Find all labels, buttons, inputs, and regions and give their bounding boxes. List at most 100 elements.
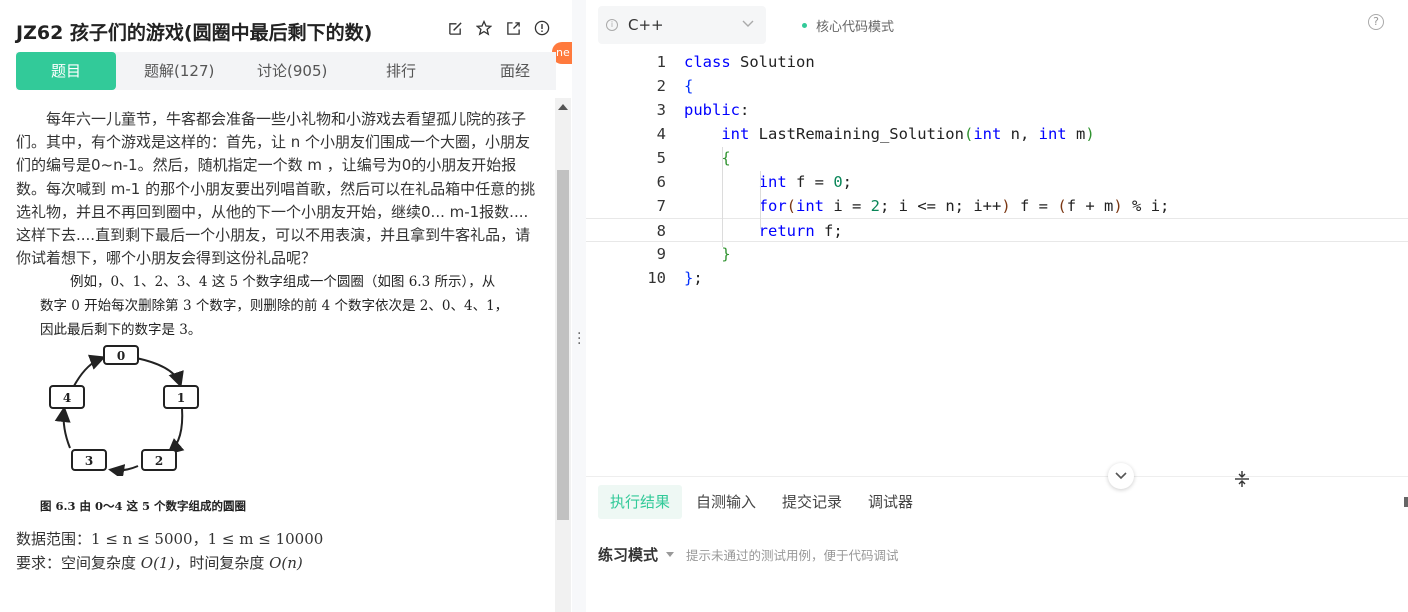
code-text: return f;: [758, 222, 843, 240]
code-line: 6 int f = 0;: [586, 170, 1408, 194]
tab-debugger[interactable]: 调试器: [868, 485, 913, 519]
tab-problem[interactable]: 题目: [16, 52, 116, 90]
line-number: 1: [656, 53, 666, 71]
line-number: 9: [656, 245, 666, 263]
language-select[interactable]: i C++: [598, 6, 766, 44]
code-text: };: [684, 269, 703, 287]
console-divider: [586, 476, 1408, 477]
indent-guide: [722, 147, 723, 247]
book-line: 例如，0、1、2、3、4 这 5 个数字组成一个圆圈（如图 6.3 所示），从: [70, 274, 496, 290]
star-icon[interactable]: [475, 19, 493, 37]
editor-panel: i C++ 核心代码模式 ? 1 class Solution 2{ 3 publi…: [586, 0, 1408, 612]
problem-title: JZ62 孩子们的游戏(圆圈中最后剩下的数): [16, 22, 373, 44]
line-number: 2: [656, 77, 666, 95]
language-value: C++: [628, 16, 664, 34]
book-line: 因此最后剩下的数字是 3。: [40, 322, 202, 338]
code-text: class Solution: [684, 53, 815, 71]
indent-guide: [760, 171, 761, 229]
practice-mode-label[interactable]: 练习模式: [598, 544, 658, 565]
panel-divider[interactable]: [572, 0, 586, 612]
code-text: int f = 0;: [758, 173, 853, 191]
code-editor[interactable]: 1 class Solution 2{ 3 public: 4 int LastRe…: [586, 50, 1408, 290]
left-scrollbar[interactable]: [555, 98, 571, 612]
code-mode-label: 核心代码模式: [816, 20, 895, 35]
resize-icon[interactable]: [1234, 470, 1250, 492]
figure-node: 4: [49, 385, 85, 409]
node-label: 0: [117, 349, 125, 363]
info-icon[interactable]: [533, 19, 551, 37]
status-dot: [802, 23, 807, 28]
code-text: {: [684, 77, 694, 95]
space-complexity: O(1): [140, 554, 175, 572]
line-number: 8: [656, 222, 666, 240]
code-text: }: [721, 245, 731, 263]
req-mid: ，时间复杂度: [174, 554, 270, 572]
figure-node: 2: [141, 449, 177, 471]
line-number: 3: [656, 101, 666, 119]
req-label: 要求：空间复杂度: [16, 554, 141, 572]
node-label: 2: [155, 454, 163, 468]
console-tabs: 执行结果 自测输入 提交记录 调试器: [598, 485, 939, 519]
share-icon[interactable]: [504, 19, 522, 37]
book-line: 数字 0 开始每次删除第 3 个数字，则删除的前 4 个数字依次是 2、0、4、…: [40, 298, 509, 314]
code-line: 10};: [586, 266, 1408, 290]
collapse-button[interactable]: [1108, 463, 1134, 489]
code-line: 4 int LastRemaining_Solution(int n, int …: [586, 122, 1408, 146]
node-label: 4: [63, 391, 71, 405]
code-line: 9 }: [586, 242, 1408, 266]
requirements: 要求：空间复杂度 O(1)，时间复杂度 O(n): [16, 552, 303, 573]
line-number: 4: [656, 125, 666, 143]
problem-description: 每年六一儿童节，牛客都会准备一些小礼物和小游戏去看望孤儿院的孩子们。其中，有个游…: [16, 110, 536, 268]
data-range: 数据范围：1 ≤ n ≤ 5000，1 ≤ m ≤ 10000: [16, 528, 323, 549]
practice-hint: 提示未通过的测试用例，便于代码调试: [686, 548, 899, 563]
code-line: 5 {: [586, 146, 1408, 170]
practice-mode[interactable]: 练习模式 提示未通过的测试用例，便于代码调试: [598, 544, 899, 565]
code-text: public:: [684, 101, 750, 119]
code-text: {: [721, 149, 731, 167]
chevron-down-icon: [1115, 472, 1127, 480]
drag-handle-icon[interactable]: · · ·: [577, 327, 581, 351]
tab-discussion[interactable]: 讨论(905): [257, 52, 327, 90]
code-line: 3 public:: [586, 98, 1408, 122]
line-number: 10: [647, 269, 666, 287]
scroll-up-arrow[interactable]: [558, 104, 568, 110]
code-mode: 核心代码模式: [802, 16, 894, 35]
tab-interview[interactable]: 面经: [500, 52, 530, 90]
tab-submissions[interactable]: 提交记录: [782, 485, 842, 519]
chevron-down-icon: [742, 20, 754, 27]
scroll-thumb[interactable]: [557, 170, 569, 520]
line-number: 7: [656, 197, 666, 215]
figure-node: 3: [71, 449, 107, 471]
caret-down-icon[interactable]: [666, 552, 675, 557]
title-actions: [446, 19, 551, 37]
figure-node: 0: [103, 345, 139, 365]
tab-custom-input[interactable]: 自测输入: [696, 485, 756, 519]
node-label: 1: [177, 391, 185, 405]
book-text: 例如，0、1、2、3、4 这 5 个数字组成一个圆圈（如图 6.3 所示），从 …: [40, 270, 540, 342]
code-line: 2{: [586, 74, 1408, 98]
range-math: 1 ≤ n ≤ 5000，1 ≤ m ≤ 10000: [91, 530, 324, 548]
line-number: 6: [656, 173, 666, 191]
book-excerpt: 例如，0、1、2、3、4 这 5 个数字组成一个圆圈（如图 6.3 所示），从 …: [16, 266, 536, 532]
circle-figure: 0 1 2 3 4: [49, 345, 199, 476]
figure-node: 1: [163, 385, 199, 409]
node-label: 3: [85, 454, 93, 468]
tab-run-result[interactable]: 执行结果: [598, 485, 683, 519]
code-line: 7 for(int i = 2; i <= n; i++) f = (f + m…: [586, 194, 1408, 218]
tab-ranking[interactable]: 排行: [386, 52, 416, 90]
code-text: int LastRemaining_Solution(int n, int m): [721, 125, 1095, 143]
problem-panel: JZ62 孩子们的游戏(圆圈中最后剩下的数) ne 题目 题解(127) 讨论(…: [0, 0, 572, 612]
code-line-current: 8 return f;: [586, 218, 1408, 242]
edit-icon[interactable]: [446, 19, 464, 37]
figure-caption: 图 6.3 由 0～4 这 5 个数字组成的圆圈: [40, 499, 247, 513]
tab-solutions[interactable]: 题解(127): [144, 52, 214, 90]
time-complexity: O(n): [269, 554, 303, 572]
info-icon: i: [606, 19, 618, 31]
edge-handle[interactable]: [1404, 497, 1408, 507]
line-number: 5: [656, 149, 666, 167]
problem-tabs: 题目 题解(127) 讨论(905) 排行 面经: [16, 52, 556, 90]
help-icon[interactable]: ?: [1368, 14, 1384, 30]
code-text: for(int i = 2; i <= n; i++) f = (f + m) …: [758, 197, 1170, 215]
code-line: 1 class Solution: [586, 50, 1408, 74]
range-label: 数据范围：: [16, 530, 92, 548]
